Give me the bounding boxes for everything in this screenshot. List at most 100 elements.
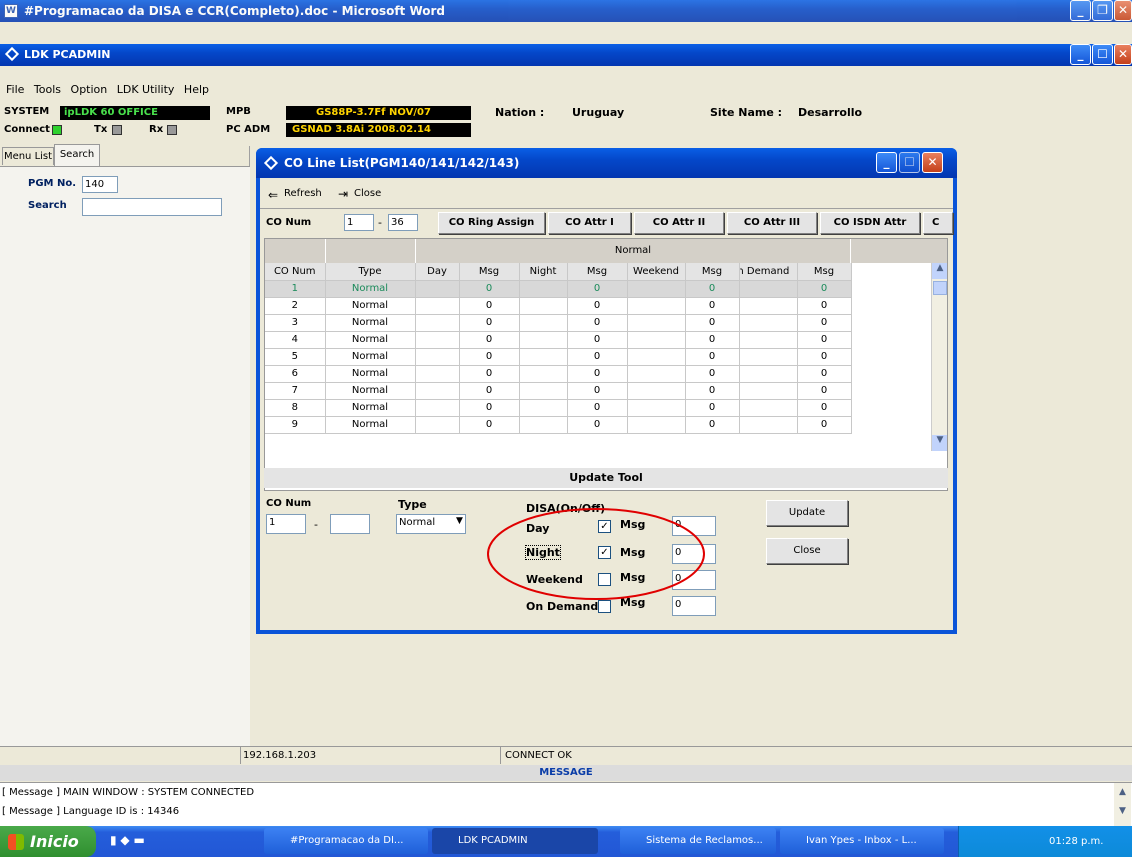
table-cell bbox=[739, 314, 798, 332]
table-cell: 0 bbox=[567, 297, 628, 315]
table-cell bbox=[627, 314, 686, 332]
update-close-button[interactable]: Close bbox=[766, 538, 848, 564]
table-cell: 0 bbox=[685, 382, 740, 400]
app-close-button[interactable]: ✕ bbox=[1114, 44, 1132, 65]
chevron-down-icon[interactable]: ▼ bbox=[456, 516, 463, 526]
app-title-bar: LDK PCADMIN _ ☐ ✕ bbox=[0, 44, 1132, 66]
table-row[interactable]: 2 Normal 0 0 0 0 bbox=[265, 297, 852, 315]
col-on-demand-msg[interactable]: Msg bbox=[797, 263, 852, 281]
col-type[interactable]: Type bbox=[325, 263, 416, 281]
taskbar-item-reclamos[interactable]: Sistema de Reclamos... bbox=[620, 828, 776, 854]
update-co-to-input[interactable] bbox=[330, 514, 370, 534]
table-cell bbox=[415, 416, 460, 434]
table-cell bbox=[627, 280, 686, 298]
rx-indicator bbox=[167, 125, 177, 135]
table-cell: 5 bbox=[265, 348, 326, 366]
co-ring-assign-button[interactable]: CO Ring Assign bbox=[438, 212, 545, 234]
table-cell: 0 bbox=[459, 382, 520, 400]
table-cell: 0 bbox=[797, 297, 852, 315]
refresh-button[interactable]: Refresh bbox=[284, 188, 322, 199]
dialog-close-button[interactable]: ✕ bbox=[922, 152, 943, 173]
co-attr-iii-button[interactable]: CO Attr III bbox=[727, 212, 817, 234]
scroll-up-icon[interactable]: ▲ bbox=[932, 263, 947, 279]
col-on-demand[interactable]: On Demand bbox=[739, 263, 798, 281]
table-cell: Normal bbox=[325, 314, 416, 332]
col-co-num[interactable]: CO Num bbox=[265, 263, 326, 281]
table-cell: 0 bbox=[797, 416, 852, 434]
table-cell: 0 bbox=[459, 280, 520, 298]
taskbar-item-inbox[interactable]: Ivan Ypes - Inbox - L... bbox=[780, 828, 944, 854]
tab-menu-list[interactable]: Menu List bbox=[2, 147, 54, 165]
co-more-button[interactable]: C bbox=[923, 212, 953, 234]
status-area: SYSTEM ipLDK 60 OFFICE MPB GS88P-3.7Ff N… bbox=[0, 104, 1132, 142]
message-scrollbar[interactable]: ▲ ▼ bbox=[1114, 783, 1131, 827]
col-night[interactable]: Night bbox=[519, 263, 568, 281]
tab-search[interactable]: Search bbox=[54, 144, 100, 166]
app-maximize-button[interactable]: ☐ bbox=[1092, 44, 1113, 65]
dialog-maximize-button[interactable]: ☐ bbox=[899, 152, 920, 173]
taskbar-item-word[interactable]: #Programacao da DI... bbox=[264, 828, 428, 854]
app-minimize-button[interactable]: _ bbox=[1070, 44, 1091, 65]
table-row[interactable]: 5 Normal 0 0 0 0 bbox=[265, 348, 852, 366]
table-row[interactable]: 3 Normal 0 0 0 0 bbox=[265, 314, 852, 332]
update-co-from-input[interactable]: 1 bbox=[266, 514, 306, 534]
menu-bar: File Tools Option LDK Utility Help bbox=[0, 80, 1132, 100]
menu-ldk-utility[interactable]: LDK Utility bbox=[117, 83, 175, 96]
search-input[interactable] bbox=[82, 198, 222, 216]
table-cell: 0 bbox=[567, 365, 628, 383]
table-cell bbox=[739, 331, 798, 349]
table-cell bbox=[519, 314, 568, 332]
table-row[interactable]: 9 Normal 0 0 0 0 bbox=[265, 416, 852, 434]
menu-help[interactable]: Help bbox=[184, 83, 209, 96]
word-app-icon: W bbox=[4, 4, 18, 18]
menu-tools[interactable]: Tools bbox=[34, 83, 61, 96]
co-num-to-input[interactable]: 36 bbox=[388, 214, 418, 231]
table-cell: 0 bbox=[797, 280, 852, 298]
pgm-no-input[interactable]: 140 bbox=[82, 176, 118, 193]
update-button[interactable]: Update bbox=[766, 500, 848, 526]
word-minimize-button[interactable]: _ bbox=[1070, 0, 1091, 21]
scroll-down-icon[interactable]: ▼ bbox=[932, 435, 947, 451]
col-night-msg[interactable]: Msg bbox=[567, 263, 628, 281]
taskbar-item-pcadmin[interactable]: LDK PCADMIN bbox=[432, 828, 598, 854]
co-num-from-input[interactable]: 1 bbox=[344, 214, 374, 231]
pcadm-label: PC ADM bbox=[226, 124, 271, 135]
co-isdn-attr-button[interactable]: CO ISDN Attr bbox=[820, 212, 920, 234]
start-button[interactable]: Inicio bbox=[0, 826, 96, 857]
table-row[interactable]: 6 Normal 0 0 0 0 bbox=[265, 365, 852, 383]
connection-status: CONNECT OK bbox=[500, 747, 820, 764]
quick-launch-icons[interactable]: ▮ ◆ ▬ bbox=[110, 833, 145, 847]
grid-scrollbar[interactable]: ▲ ▼ bbox=[931, 263, 947, 451]
table-cell: 0 bbox=[567, 399, 628, 417]
table-cell bbox=[415, 314, 460, 332]
table-row[interactable]: 4 Normal 0 0 0 0 bbox=[265, 331, 852, 349]
table-cell: 0 bbox=[685, 348, 740, 366]
table-cell bbox=[415, 297, 460, 315]
message-line-1: [ Message ] MAIN WINDOW : SYSTEM CONNECT… bbox=[2, 787, 255, 798]
menu-option[interactable]: Option bbox=[71, 83, 108, 96]
word-close-button[interactable]: ✕ bbox=[1114, 0, 1132, 21]
co-attr-ii-button[interactable]: CO Attr II bbox=[634, 212, 724, 234]
co-attr-i-button[interactable]: CO Attr I bbox=[548, 212, 631, 234]
windows-flag-icon bbox=[8, 834, 24, 850]
table-cell: 8 bbox=[265, 399, 326, 417]
close-toolbar-button[interactable]: Close bbox=[354, 188, 381, 199]
table-row[interactable]: 1 Normal 0 0 0 0 bbox=[265, 280, 852, 298]
table-cell: Normal bbox=[325, 331, 416, 349]
table-cell bbox=[519, 280, 568, 298]
menu-file[interactable]: File bbox=[6, 83, 24, 96]
scroll-thumb[interactable] bbox=[933, 281, 947, 295]
col-day[interactable]: Day bbox=[415, 263, 460, 281]
col-weekend[interactable]: Weekend bbox=[627, 263, 686, 281]
message-log: [ Message ] MAIN WINDOW : SYSTEM CONNECT… bbox=[0, 782, 1132, 827]
table-cell: Normal bbox=[325, 297, 416, 315]
col-day-msg[interactable]: Msg bbox=[459, 263, 520, 281]
col-weekend-msg[interactable]: Msg bbox=[685, 263, 740, 281]
system-value: ipLDK 60 OFFICE bbox=[60, 106, 210, 120]
table-row[interactable]: 7 Normal 0 0 0 0 bbox=[265, 382, 852, 400]
word-restore-button[interactable]: ❐ bbox=[1092, 0, 1113, 21]
table-cell bbox=[627, 365, 686, 383]
dialog-minimize-button[interactable]: _ bbox=[876, 152, 897, 173]
table-row[interactable]: 8 Normal 0 0 0 0 bbox=[265, 399, 852, 417]
table-cell: 0 bbox=[567, 314, 628, 332]
